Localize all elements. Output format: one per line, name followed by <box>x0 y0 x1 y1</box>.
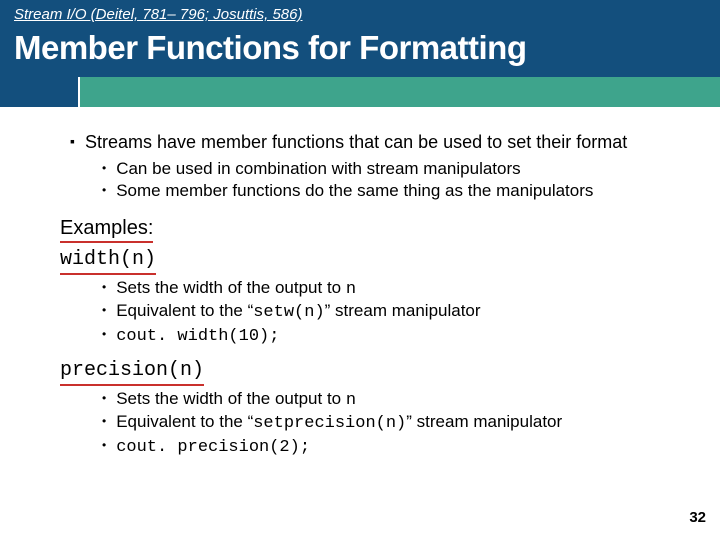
width-heading: width(n) <box>60 247 156 275</box>
text: Sets the width of the output to <box>116 389 346 408</box>
code-inline: cout. width(10); <box>116 327 279 346</box>
precision-bullets: Sets the width of the output to n Equiva… <box>102 388 700 459</box>
text: Equivalent to the “ <box>116 412 253 431</box>
bullet-l3: Equivalent to the “setw(n)” stream manip… <box>102 300 700 324</box>
page-number: 32 <box>689 509 706 526</box>
bullet-l3: cout. width(10); <box>102 324 700 348</box>
slide-title: Member Functions for Formatting <box>14 29 706 67</box>
text: ” stream manipulator <box>325 301 481 320</box>
accent-right <box>80 77 720 107</box>
code-inline: n <box>346 391 356 410</box>
accent-bar <box>0 77 720 107</box>
code-inline: cout. precision(2); <box>116 438 310 457</box>
slide-body: Streams have member functions that can b… <box>0 107 720 459</box>
slide: Stream I/O (Deitel, 781– 796; Josuttis, … <box>0 0 720 540</box>
text: Equivalent to the “ <box>116 301 253 320</box>
bullet-l2: Can be used in combination with stream m… <box>102 158 700 180</box>
bullet-l1: Streams have member functions that can b… <box>70 131 700 154</box>
text: ” stream manipulator <box>406 412 562 431</box>
bullet-l2: Some member functions do the same thing … <box>102 180 700 202</box>
bullet-l3: Equivalent to the “setprecision(n)” stre… <box>102 411 700 435</box>
header-bar: Stream I/O (Deitel, 781– 796; Josuttis, … <box>0 0 720 77</box>
bullet-l3: cout. precision(2); <box>102 435 700 459</box>
bullet-l3: Sets the width of the output to n <box>102 277 700 301</box>
text: Sets the width of the output to <box>116 278 346 297</box>
code-inline: n <box>346 280 356 299</box>
code-inline: setw(n) <box>253 303 324 322</box>
precision-heading: precision(n) <box>60 358 204 386</box>
accent-left <box>0 77 80 107</box>
bullet-l2-group: Can be used in combination with stream m… <box>102 158 700 202</box>
width-bullets: Sets the width of the output to n Equiva… <box>102 277 700 348</box>
chapter-reference: Stream I/O (Deitel, 781– 796; Josuttis, … <box>14 6 706 23</box>
code-inline: setprecision(n) <box>253 414 406 433</box>
bullet-l3: Sets the width of the output to n <box>102 388 700 412</box>
examples-heading: Examples: <box>60 216 153 244</box>
